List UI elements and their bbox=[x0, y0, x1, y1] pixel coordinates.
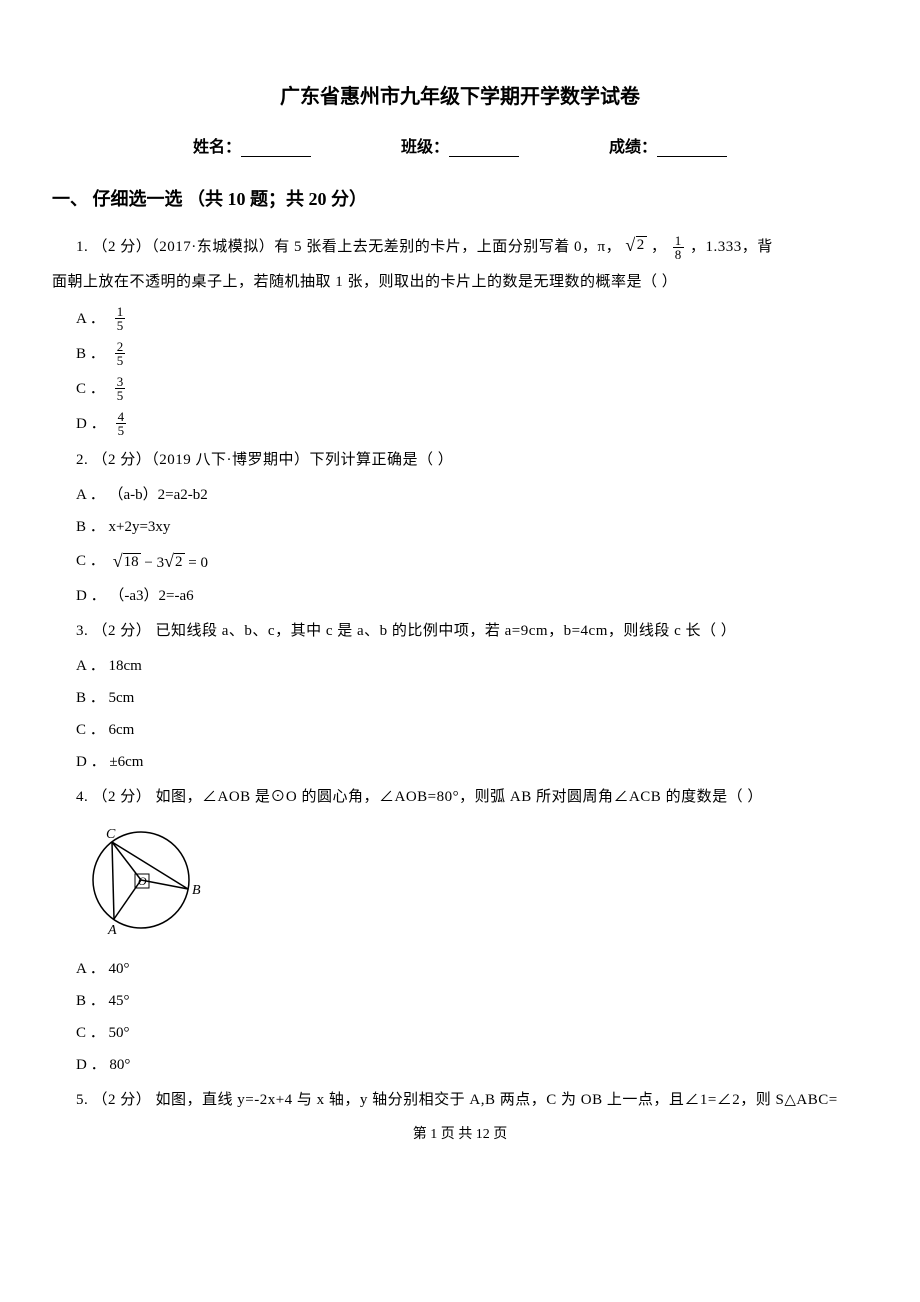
q1-text-b: ， bbox=[651, 239, 667, 255]
name-field: 姓名： bbox=[193, 133, 311, 157]
q4-option-a: A ． 40° bbox=[76, 957, 868, 981]
label-O: O bbox=[138, 874, 147, 888]
q2-option-d: D ． （‐a3）2=‐a6 bbox=[76, 584, 868, 608]
sqrt-2b-icon: √2 bbox=[164, 547, 184, 576]
fraction-1-5: 15 bbox=[115, 305, 126, 332]
section-heading: 一、 仔细选一选 （共 10 题；共 20 分） bbox=[52, 185, 868, 211]
question-2: 2. （2 分）（2019 八下·博罗期中）下列计算正确是（ ） bbox=[76, 445, 868, 475]
q3-option-b: B ． 5cm bbox=[76, 686, 868, 710]
q3-option-a: A ． 18cm bbox=[76, 654, 868, 678]
question-1: 1. （2 分）（2017·东城模拟）有 5 张看上去无差别的卡片，上面分别写着… bbox=[76, 227, 868, 263]
q1-option-b: B ． 25 bbox=[76, 340, 868, 367]
q2-option-a: A ． （a‐b）2=a2‐b2 bbox=[76, 483, 868, 507]
fraction-3-5: 35 bbox=[115, 375, 126, 402]
q1-text-c: ，1.333，背 bbox=[690, 239, 773, 255]
exam-page: 广东省惠州市九年级下学期开学数学试卷 姓名： 班级： 成绩： 一、 仔细选一选 … bbox=[0, 0, 920, 1163]
q3-option-c: C ． 6cm bbox=[76, 718, 868, 742]
fraction-2-5: 25 bbox=[115, 340, 126, 367]
question-3: 3. （2 分） 已知线段 a、b、c，其中 c 是 a、b 的比例中项，若 a… bbox=[76, 616, 868, 646]
circle-angle-icon: C O A B bbox=[76, 818, 216, 938]
student-info-row: 姓名： 班级： 成绩： bbox=[52, 133, 868, 157]
question-1-cont: 面朝上放在不透明的桌子上，若随机抽取 1 张，则取出的卡片上的数是无理数的概率是… bbox=[52, 267, 868, 297]
score-field: 成绩： bbox=[609, 133, 727, 157]
q1-option-c: C ． 35 bbox=[76, 375, 868, 402]
label-C: C bbox=[106, 827, 116, 842]
sqrt-18-icon: √18 bbox=[113, 547, 141, 576]
q4-figure: C O A B bbox=[76, 818, 868, 943]
label-A: A bbox=[107, 923, 117, 938]
q1-option-d: D ． 45 bbox=[76, 410, 868, 437]
question-5: 5. （2 分） 如图，直线 y=-2x+4 与 x 轴，y 轴分别相交于 A,… bbox=[76, 1085, 868, 1115]
label-B: B bbox=[192, 883, 201, 898]
fraction-1-8: 18 bbox=[673, 234, 684, 261]
q4-option-d: D ． 80° bbox=[76, 1053, 868, 1077]
q1-option-a: A ． 15 bbox=[76, 305, 868, 332]
q3-option-d: D ． ±6cm bbox=[76, 750, 868, 774]
q2c-expr: √18 − 3√2 = 0 bbox=[113, 547, 208, 576]
q4-option-b: B ． 45° bbox=[76, 989, 868, 1013]
q1-text-a: 1. （2 分）（2017·东城模拟）有 5 张看上去无差别的卡片，上面分别写着… bbox=[76, 239, 621, 255]
name-label: 姓名： bbox=[193, 139, 241, 156]
class-field: 班级： bbox=[401, 133, 519, 157]
q2-option-c: C ． √18 − 3√2 = 0 bbox=[76, 547, 868, 576]
q2c-prefix: C ． bbox=[76, 549, 105, 573]
fraction-4-5: 45 bbox=[116, 410, 127, 437]
class-label: 班级： bbox=[401, 139, 449, 156]
name-blank[interactable] bbox=[241, 142, 311, 157]
sqrt-2-icon: √2 bbox=[625, 227, 646, 263]
page-title: 广东省惠州市九年级下学期开学数学试卷 bbox=[52, 80, 868, 109]
class-blank[interactable] bbox=[449, 142, 519, 157]
q2-option-b: B ． x+2y=3xy bbox=[76, 515, 868, 539]
question-4: 4. （2 分） 如图，∠AOB 是⊙O 的圆心角，∠AOB=80°，则弧 AB… bbox=[76, 782, 868, 812]
page-footer: 第 1 页 共 12 页 bbox=[52, 1123, 868, 1143]
score-blank[interactable] bbox=[657, 142, 727, 157]
q4-option-c: C ． 50° bbox=[76, 1021, 868, 1045]
score-label: 成绩： bbox=[609, 139, 657, 156]
